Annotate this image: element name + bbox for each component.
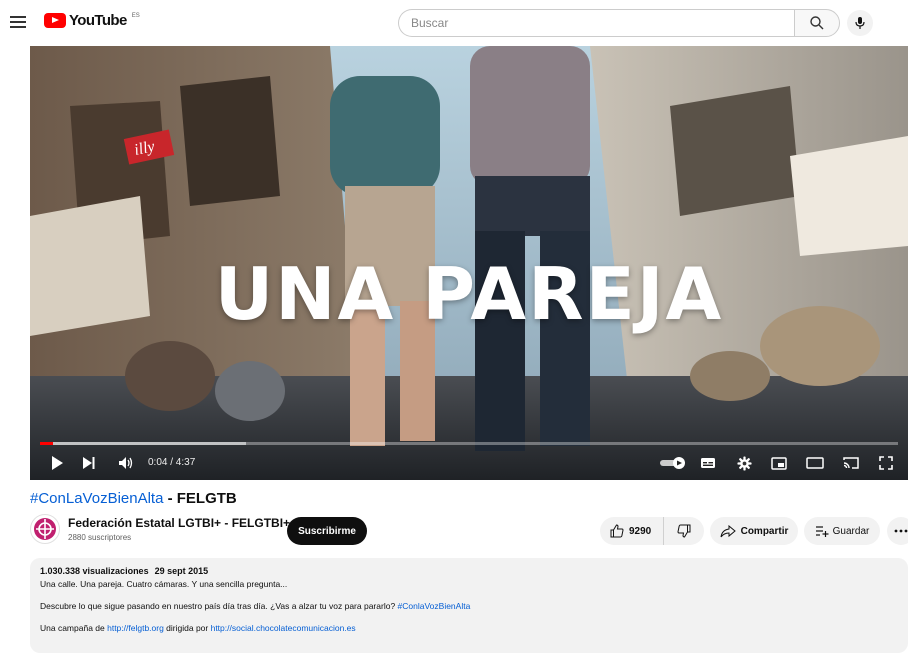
subscribe-button[interactable]: Suscribirme xyxy=(287,517,367,545)
share-label: Compartir xyxy=(740,525,789,537)
video-title: #ConLaVozBienAlta - FELGTB xyxy=(30,490,237,507)
view-date-meta: 1.030.338 visualizaciones 29 sept 2015 xyxy=(40,566,898,576)
subscriber-count: 2880 suscriptores xyxy=(68,533,132,542)
share-button[interactable]: Compartir xyxy=(710,517,798,545)
description-hashtag-link[interactable]: #ConlaVozBienAlta xyxy=(398,601,471,611)
miniplayer-button[interactable] xyxy=(768,454,790,472)
like-count: 9290 xyxy=(629,525,652,537)
volume-icon xyxy=(119,457,133,469)
like-dislike-group: 9290 xyxy=(600,517,704,545)
theater-mode-icon xyxy=(806,457,824,469)
fullscreen-icon xyxy=(879,456,893,470)
theater-mode-button[interactable] xyxy=(804,454,826,472)
video-player[interactable]: illy UNA PAREJA 0:04 / 4:37 xyxy=(30,46,908,480)
logo-country-code: ES xyxy=(131,12,140,19)
settings-button[interactable] xyxy=(734,454,754,472)
cast-icon xyxy=(843,457,859,469)
save-button[interactable]: Guardar xyxy=(804,517,880,545)
player-controls: 0:04 / 4:37 xyxy=(30,446,908,480)
search-icon xyxy=(810,16,824,30)
dislike-button[interactable] xyxy=(664,517,704,545)
view-count: 1.030.338 visualizaciones xyxy=(40,566,149,576)
top-bar: YouTube ES xyxy=(0,0,908,46)
play-icon xyxy=(52,456,63,470)
description-box[interactable]: 1.030.338 visualizaciones 29 sept 2015 U… xyxy=(30,558,908,653)
search-box xyxy=(398,9,794,37)
more-horizontal-icon xyxy=(894,529,908,533)
volume-button[interactable] xyxy=(116,454,136,472)
youtube-play-icon xyxy=(44,13,66,28)
description-line-3: Una campaña de http://felgtb.org dirigid… xyxy=(40,622,898,634)
time-display: 0:04 / 4:37 xyxy=(148,457,196,468)
play-button[interactable] xyxy=(48,454,66,472)
search-button[interactable] xyxy=(794,9,840,37)
autoplay-toggle[interactable] xyxy=(658,454,688,472)
autoplay-toggle-icon xyxy=(660,457,685,469)
miniplayer-icon xyxy=(771,456,787,470)
channel-name[interactable]: Federación Estatal LGTBI+ - FELGTBI+ xyxy=(68,516,290,530)
channel-logo-icon xyxy=(34,518,56,540)
add-to-playlist-icon xyxy=(815,526,829,537)
progress-played xyxy=(40,442,53,445)
channel-row: Federación Estatal LGTBI+ - FELGTBI+ 288… xyxy=(30,514,908,550)
description-line-3-middle: dirigida por xyxy=(163,623,211,633)
voice-search-button[interactable] xyxy=(847,10,873,36)
share-icon xyxy=(720,524,736,537)
youtube-logo[interactable]: YouTube ES xyxy=(44,12,140,29)
gear-icon xyxy=(736,455,752,471)
microphone-icon xyxy=(855,17,865,29)
description-line-2: Descubre lo que sigue pasando en nuestro… xyxy=(40,600,898,612)
thumbs-up-icon xyxy=(610,524,624,538)
channel-avatar[interactable] xyxy=(30,514,60,544)
save-label: Guardar xyxy=(832,525,870,537)
search-input[interactable] xyxy=(411,16,794,30)
video-overlay-title: UNA PAREJA xyxy=(214,252,724,336)
thumbs-down-icon xyxy=(677,524,691,538)
chocolate-link[interactable]: http://social.chocolatecomunicacion.es xyxy=(211,623,356,633)
like-button[interactable]: 9290 xyxy=(600,517,664,545)
next-icon xyxy=(83,457,95,469)
description-line-3-prefix: Una campaña de xyxy=(40,623,108,633)
description-line-1: Una calle. Una pareja. Cuatro cámaras. Y… xyxy=(40,579,288,589)
felgtb-link[interactable]: http://felgtb.org xyxy=(107,623,164,633)
upload-date: 29 sept 2015 xyxy=(154,566,209,576)
next-button[interactable] xyxy=(80,454,98,472)
cast-button[interactable] xyxy=(840,454,862,472)
progress-buffer xyxy=(40,442,246,445)
more-actions-button[interactable] xyxy=(887,517,908,545)
fullscreen-button[interactable] xyxy=(876,454,896,472)
subtitles-button[interactable] xyxy=(698,454,718,472)
subtitles-icon xyxy=(701,458,715,468)
title-hashtag-link[interactable]: #ConLaVozBienAlta xyxy=(30,490,163,507)
title-text: - FELGTB xyxy=(163,490,237,507)
logo-text: YouTube xyxy=(69,12,127,29)
youtube-watch-page: YouTube ES Buscar illy UNA PAREJA 0:04 /… xyxy=(0,0,908,653)
description-line-2-text: Descubre lo que sigue pasando en nuestro… xyxy=(40,601,398,611)
progress-bar[interactable] xyxy=(40,442,898,445)
menu-icon[interactable] xyxy=(10,14,26,30)
